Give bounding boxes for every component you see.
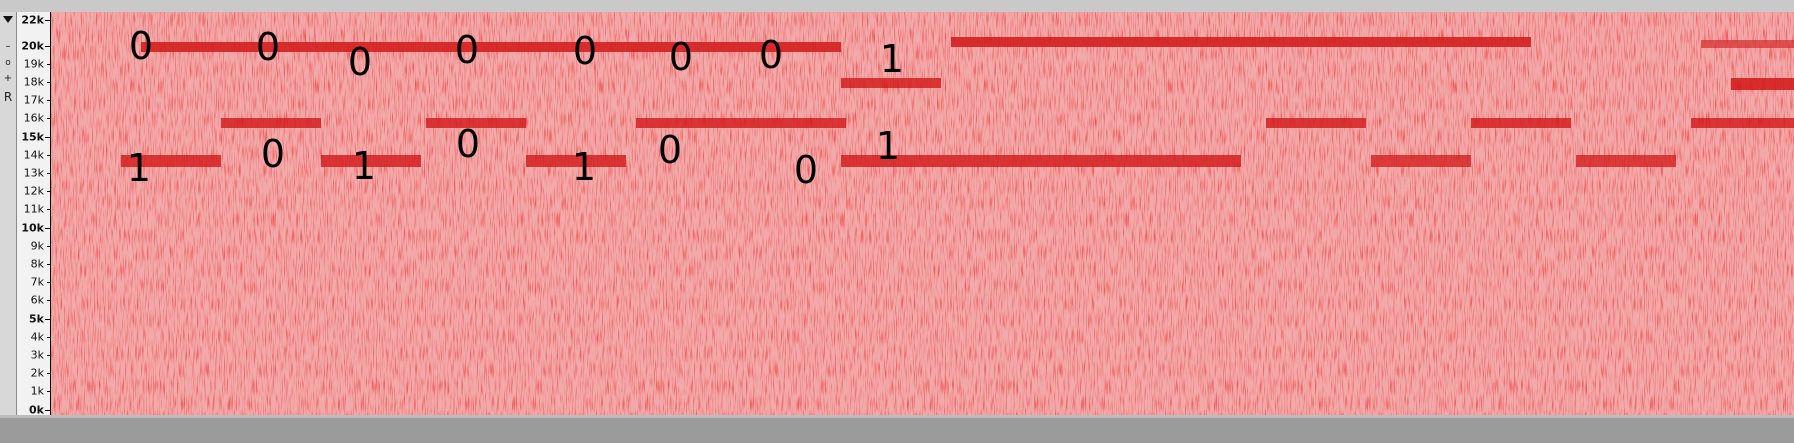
signal-band [1371, 155, 1471, 167]
status-area [0, 418, 1794, 443]
axis-tick [47, 300, 50, 301]
bit-label-lower: 1 [126, 146, 152, 190]
signal-band [1731, 78, 1794, 90]
bit-label-upper: 0 [572, 29, 598, 73]
bit-label-lower: 0 [260, 132, 286, 176]
spectrogram-canvas [51, 12, 1794, 415]
axis-label-16k: 16k [23, 111, 44, 125]
axis-label-7k: 7k [30, 275, 44, 289]
axis-tick [47, 355, 50, 356]
axis-tick [47, 209, 50, 210]
axis-tick [47, 264, 50, 265]
bit-label-upper: 1 [879, 37, 905, 81]
axis-tick [47, 391, 50, 392]
collapse-button[interactable]: – [1, 42, 15, 52]
signal-band [1471, 118, 1571, 128]
axis-tick [45, 46, 50, 47]
axis-label-4k: 4k [30, 330, 44, 344]
axis-tick [45, 410, 50, 411]
signal-band [636, 118, 846, 128]
bit-label-upper: 0 [255, 25, 281, 69]
bit-label-upper: 0 [454, 28, 480, 72]
axis-label-12k: 12k [23, 184, 44, 198]
axis-label-6k: 6k [30, 293, 44, 307]
axis-tick [45, 20, 50, 21]
axis-tick [47, 282, 50, 283]
axis-label-13k: 13k [23, 166, 44, 180]
pan-right-label: R [3, 90, 13, 104]
bit-label-lower: 0 [793, 148, 819, 192]
axis-tick [45, 137, 50, 138]
axis-label-20k: 20k [21, 39, 44, 53]
bit-label-lower: 1 [351, 144, 377, 188]
axis-label-17k: 17k [23, 93, 44, 107]
axis-tick [47, 191, 50, 192]
axis-tick [47, 82, 50, 83]
axis-label-11k: 11k [23, 202, 44, 216]
axis-tick [47, 373, 50, 374]
axis-tick [47, 155, 50, 156]
bit-label-upper: 0 [758, 33, 784, 77]
signal-band [1701, 40, 1794, 48]
bit-label-upper: 0 [668, 35, 694, 79]
white-speckle [51, 12, 1794, 415]
signal-band [1266, 118, 1366, 128]
frequency-axis: 22k 20k 19k 18k 17k 16k 15k 14k 13k 12k 11k 10k 9k 8k… [17, 12, 51, 417]
bit-label-lower: 1 [875, 124, 901, 168]
axis-label-9k: 9k [30, 239, 44, 253]
signal-band [141, 42, 841, 52]
signal-band [951, 37, 1531, 47]
axis-label-3k: 3k [30, 348, 44, 362]
axis-tick [47, 173, 50, 174]
bit-label-lower: 1 [571, 145, 597, 189]
axis-label-2k: 2k [30, 366, 44, 380]
axis-tick [47, 337, 50, 338]
solo-button[interactable]: o [1, 58, 15, 68]
bit-label-upper: 0 [347, 40, 373, 84]
bit-label-lower: 0 [657, 128, 683, 172]
bit-label-upper: 0 [128, 24, 154, 68]
axis-label-5k: 5k [29, 312, 44, 326]
spectrogram-view[interactable] [51, 12, 1794, 415]
signal-band [1691, 118, 1794, 128]
axis-label-1k: 1k [30, 384, 44, 398]
track-control-panel: – o + R [0, 12, 17, 415]
gain-button[interactable]: + [1, 74, 15, 84]
axis-label-22k: 22k [21, 13, 44, 27]
axis-label-10k: 10k [21, 221, 44, 235]
dropdown-triangle-icon[interactable] [1, 14, 15, 27]
axis-tick [45, 228, 50, 229]
axis-tick [47, 118, 50, 119]
axis-tick [47, 246, 50, 247]
axis-label-8k: 8k [30, 257, 44, 271]
signal-band [1576, 155, 1676, 167]
axis-tick [45, 319, 50, 320]
axis-tick [47, 64, 50, 65]
axis-label-19k: 19k [23, 57, 44, 71]
signal-band [841, 155, 1241, 167]
bit-label-lower: 0 [455, 122, 481, 166]
axis-tick [47, 100, 50, 101]
axis-label-14k: 14k [23, 148, 44, 162]
signal-band [221, 118, 321, 128]
axis-label-15k: 15k [21, 130, 44, 144]
axis-label-18k: 18k [23, 75, 44, 89]
